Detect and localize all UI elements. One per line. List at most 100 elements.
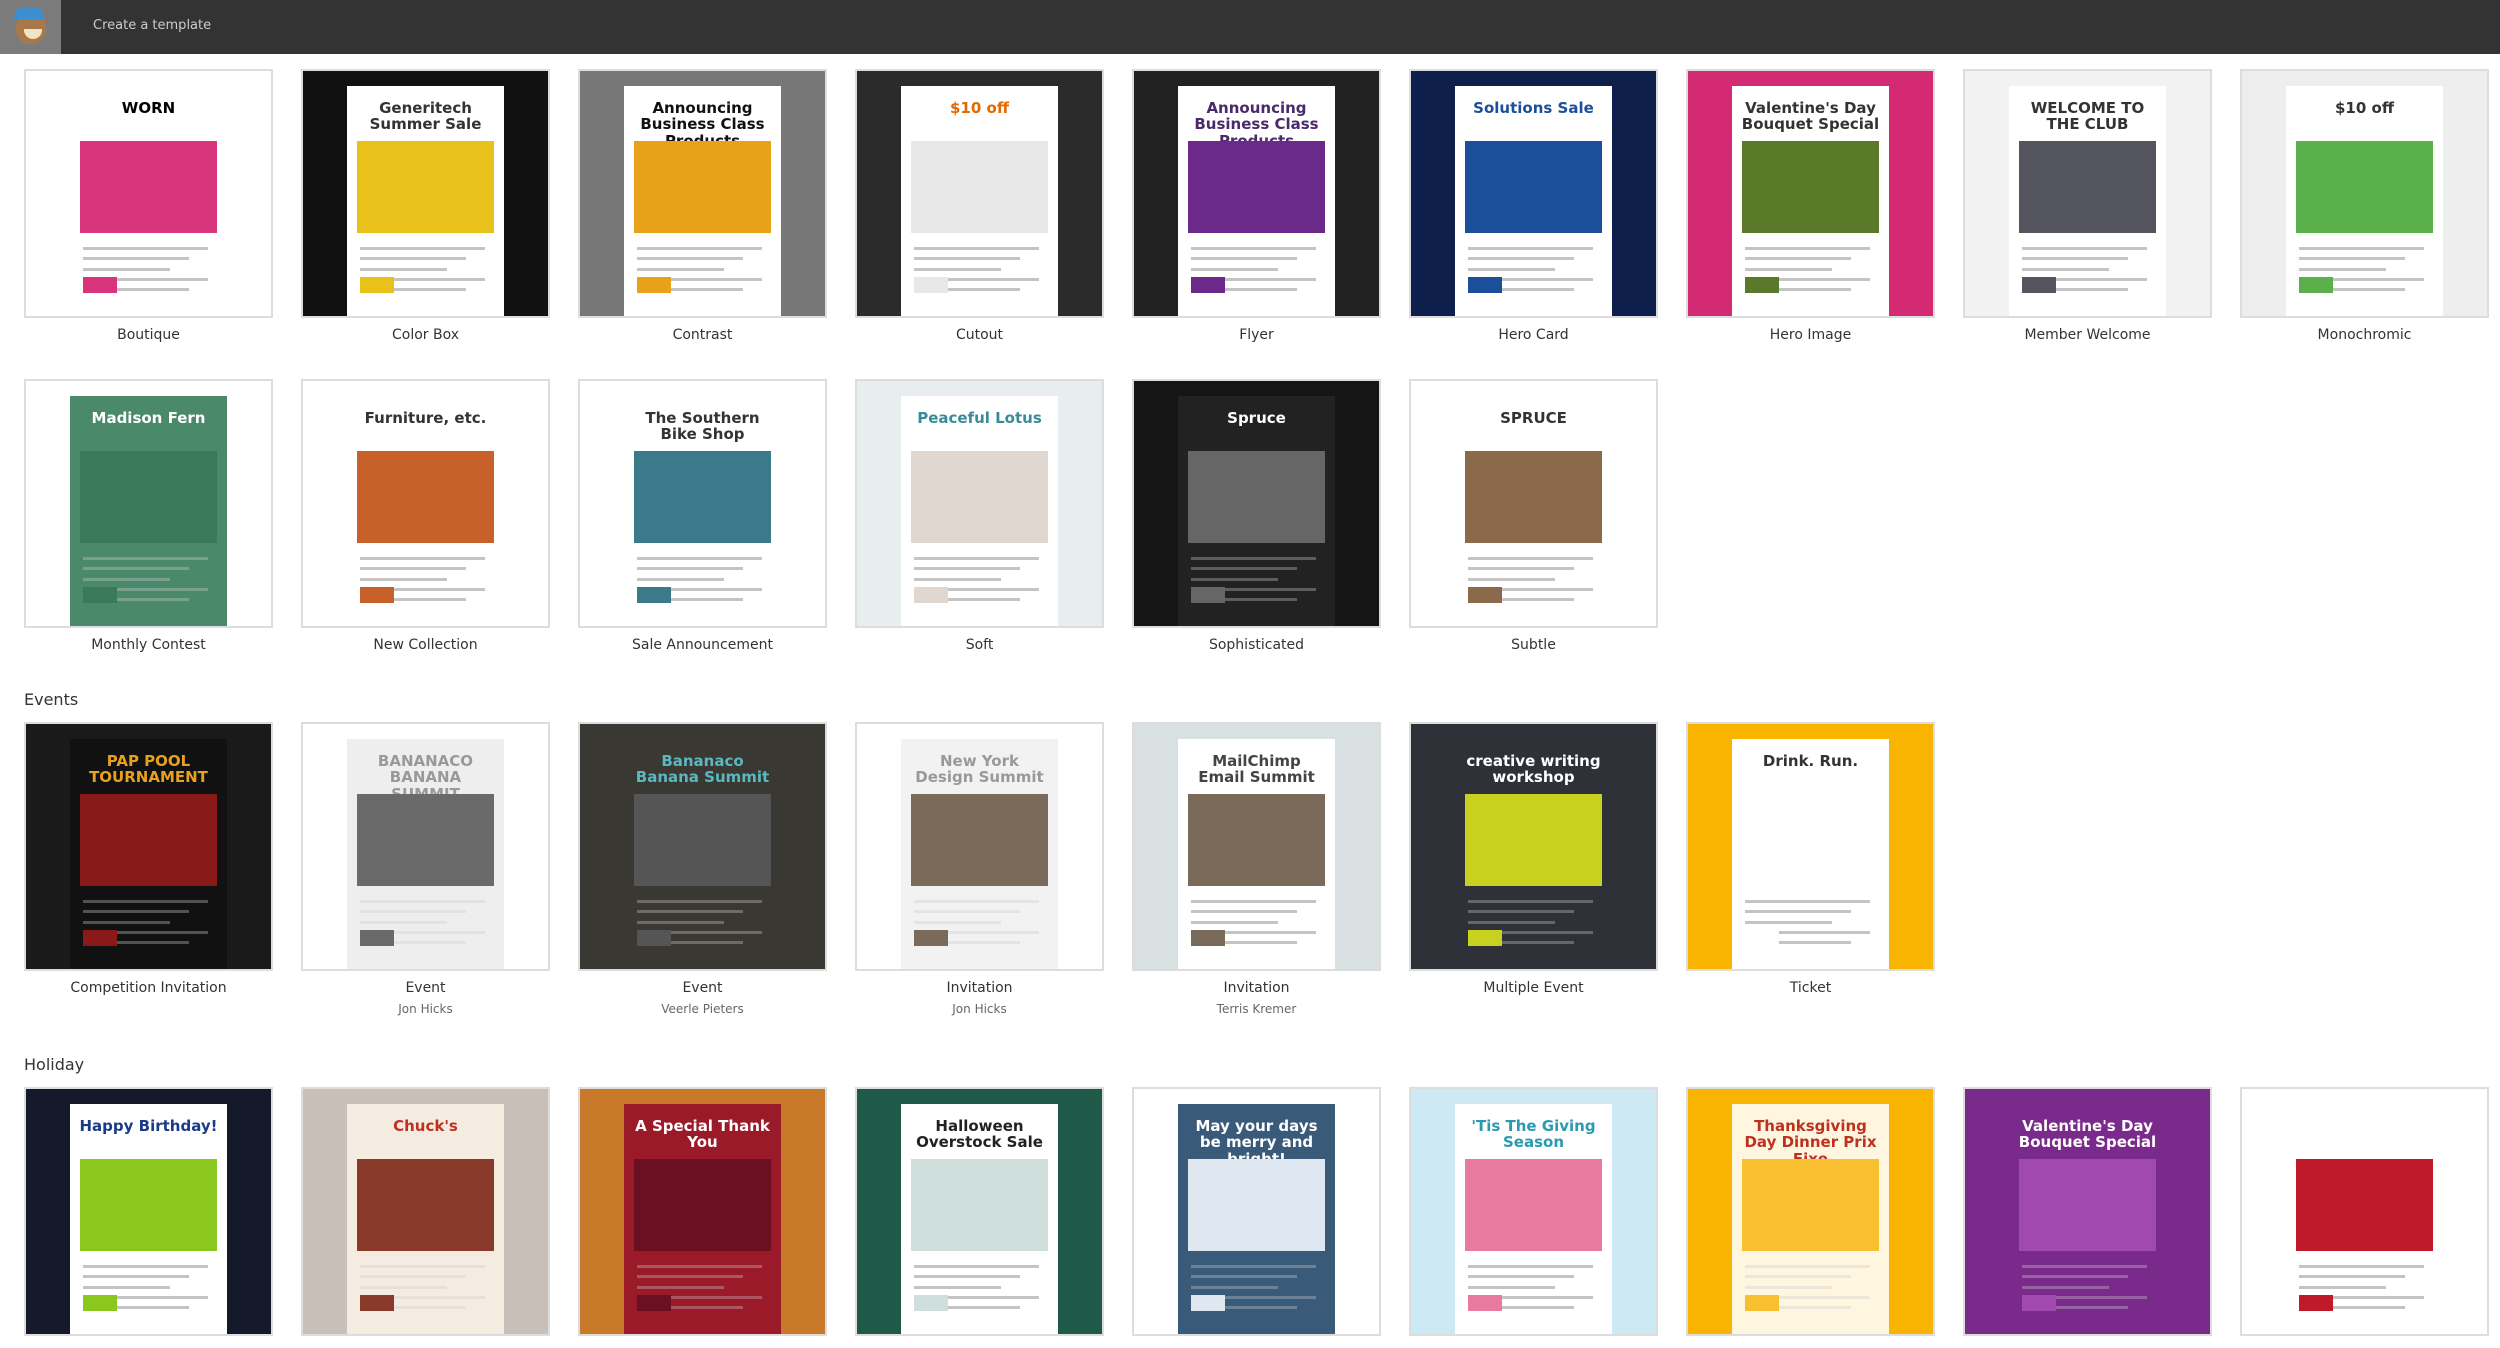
template-name[interactable]: Cutout bbox=[855, 327, 1104, 343]
text-line bbox=[636, 910, 744, 914]
template-thumbnail[interactable]: $10 off bbox=[855, 69, 1104, 318]
thumbnail-hero-image bbox=[2018, 1158, 2157, 1252]
template-name[interactable]: Color Box bbox=[301, 327, 550, 343]
template-thumbnail[interactable]: MailChimp Email Summit bbox=[1132, 722, 1381, 971]
thumbnail-content: Announcing Business Class Products bbox=[1178, 85, 1335, 316]
template-name[interactable]: Multiple Event bbox=[1409, 980, 1658, 996]
template-thumbnail[interactable]: Valentine's Day Bouquet Special bbox=[1963, 1087, 2212, 1336]
template-thumbnail[interactable]: Valentine's Day Bouquet Special bbox=[1686, 69, 1935, 318]
text-line bbox=[82, 1264, 209, 1268]
text-line bbox=[359, 567, 467, 571]
text-line bbox=[359, 267, 448, 271]
thumbnail-heading: Furniture, etc. bbox=[364, 408, 487, 427]
template-name[interactable]: Boutique bbox=[24, 327, 273, 343]
template-name[interactable]: Invitation bbox=[1132, 980, 1381, 996]
template-thumbnail[interactable]: BANANACO BANANA SUMMIT bbox=[301, 722, 550, 971]
thumbnail-heading: WELCOME TO THE CLUB bbox=[2030, 98, 2145, 133]
text-line bbox=[1190, 246, 1317, 250]
thumbnail-heading: Generitech Summer Sale bbox=[369, 98, 482, 133]
template-name[interactable]: Contrast bbox=[578, 327, 827, 343]
thumbnail-button bbox=[359, 586, 395, 603]
thumbnail-hero-image bbox=[1741, 793, 1880, 887]
thumbnail-heading: MailChimp Email Summit bbox=[1198, 751, 1315, 786]
template-thumbnail[interactable]: Chuck's bbox=[301, 1087, 550, 1336]
text-line bbox=[359, 920, 448, 924]
thumbnail-content: $10 off bbox=[2286, 85, 2443, 316]
template-name[interactable]: Hero Image bbox=[1686, 327, 1935, 343]
template-thumbnail[interactable]: Halloween Overstock Sale bbox=[855, 1087, 1104, 1336]
template-thumbnail[interactable]: A Special Thank You bbox=[578, 1087, 827, 1336]
template-thumbnail[interactable]: Announcing Business Class Products bbox=[1132, 69, 1381, 318]
mailchimp-logo[interactable] bbox=[0, 0, 61, 54]
thumbnail-button bbox=[1190, 929, 1226, 946]
thumbnail-content: WORN bbox=[70, 85, 227, 316]
text-line bbox=[2021, 1275, 2129, 1279]
template-thumbnail[interactable]: Madison Fern bbox=[24, 379, 273, 628]
text-line bbox=[913, 567, 1021, 571]
template-author: Jon Hicks bbox=[952, 1002, 1007, 1016]
template-name[interactable]: New Collection bbox=[301, 637, 550, 653]
template-name[interactable]: Ticket bbox=[1686, 980, 1935, 996]
template-name[interactable]: Sophisticated bbox=[1132, 637, 1381, 653]
template-thumbnail[interactable]: creative writing workshop bbox=[1409, 722, 1658, 971]
template-thumbnail[interactable]: Thanksgiving Day Dinner Prix Fixe bbox=[1686, 1087, 1935, 1336]
template-thumbnail[interactable]: Furniture, etc. bbox=[301, 379, 550, 628]
template-thumbnail[interactable]: Spruce bbox=[1132, 379, 1381, 628]
template-name[interactable]: Event bbox=[578, 980, 827, 996]
template-thumbnail[interactable]: Peaceful Lotus bbox=[855, 379, 1104, 628]
template-thumbnail[interactable]: PAP POOL TOURNAMENT bbox=[24, 722, 273, 971]
thumbnail-hero-image bbox=[79, 793, 218, 887]
template-thumbnail[interactable]: Announcing Business Class Products bbox=[578, 69, 827, 318]
template-thumbnail[interactable]: May your days be merry and bright! bbox=[1132, 1087, 1381, 1336]
template-name[interactable]: Event bbox=[301, 980, 550, 996]
text-line bbox=[913, 920, 1002, 924]
template-thumbnail[interactable]: Happy Birthday! bbox=[24, 1087, 273, 1336]
template-name[interactable]: Sale Announcement bbox=[578, 637, 827, 653]
template-name[interactable]: Hero Card bbox=[1409, 327, 1658, 343]
template-name[interactable]: Invitation bbox=[855, 980, 1104, 996]
text-line bbox=[913, 577, 1002, 581]
text-line bbox=[2298, 1264, 2425, 1268]
thumbnail-button bbox=[359, 929, 395, 946]
template-thumbnail[interactable]: SPRUCE bbox=[1409, 379, 1658, 628]
text-line bbox=[636, 567, 744, 571]
thumbnail-button bbox=[82, 1294, 118, 1311]
thumbnail-content: PAP POOL TOURNAMENT bbox=[70, 738, 227, 969]
template-thumbnail[interactable]: The Southern Bike Shop bbox=[578, 379, 827, 628]
template-thumbnail[interactable]: WORN bbox=[24, 69, 273, 318]
text-line bbox=[359, 1285, 448, 1289]
template-name[interactable]: Monochromic bbox=[2240, 327, 2489, 343]
thumbnail-button bbox=[636, 1294, 672, 1311]
template-thumbnail[interactable]: $10 off bbox=[2240, 69, 2489, 318]
template-thumbnail[interactable] bbox=[2240, 1087, 2489, 1336]
template-thumbnail[interactable]: WELCOME TO THE CLUB bbox=[1963, 69, 2212, 318]
template-thumbnail[interactable]: New York Design Summit bbox=[855, 722, 1104, 971]
text-line bbox=[2298, 1275, 2406, 1279]
template-name[interactable]: Member Welcome bbox=[1963, 327, 2212, 343]
text-line bbox=[1744, 920, 1833, 924]
template-thumbnail[interactable]: Solutions Sale bbox=[1409, 69, 1658, 318]
text-line bbox=[2298, 257, 2406, 261]
text-line bbox=[359, 899, 486, 903]
thumbnail-content: Peaceful Lotus bbox=[901, 395, 1058, 626]
thumbnail-content: Spruce bbox=[1178, 395, 1335, 626]
template-name[interactable]: Flyer bbox=[1132, 327, 1381, 343]
template-name[interactable]: Competition Invitation bbox=[24, 980, 273, 996]
template-thumbnail[interactable]: Drink. Run. bbox=[1686, 722, 1935, 971]
template-name[interactable]: Monthly Contest bbox=[24, 637, 273, 653]
thumbnail-button bbox=[359, 276, 395, 293]
template-thumbnail[interactable]: 'Tis The Giving Season bbox=[1409, 1087, 1658, 1336]
text-line bbox=[636, 920, 725, 924]
thumbnail-heading: Peaceful Lotus bbox=[917, 408, 1042, 427]
thumbnail-content: SPRUCE bbox=[1455, 395, 1612, 626]
thumbnail-heading: A Special Thank You bbox=[635, 1116, 770, 1151]
template-thumbnail[interactable]: Generitech Summer Sale bbox=[301, 69, 550, 318]
template-name[interactable]: Subtle bbox=[1409, 637, 1658, 653]
template-thumbnail[interactable]: Bananaco Banana Summit bbox=[578, 722, 827, 971]
template-name[interactable]: Soft bbox=[855, 637, 1104, 653]
thumbnail-button bbox=[2021, 276, 2057, 293]
thumbnail-button bbox=[913, 929, 949, 946]
thumbnail-content: WELCOME TO THE CLUB bbox=[2009, 85, 2166, 316]
text-line bbox=[2021, 1285, 2110, 1289]
thumbnail-heading: Happy Birthday! bbox=[79, 1116, 218, 1135]
